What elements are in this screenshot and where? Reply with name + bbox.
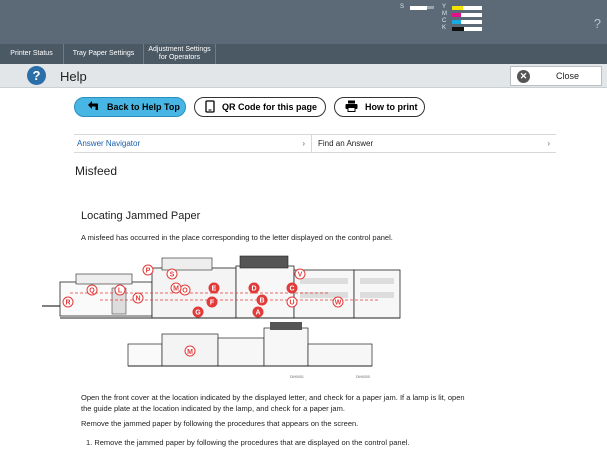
svg-text:L: L bbox=[118, 288, 123, 295]
toner-bar-m bbox=[452, 13, 482, 17]
callout-f: F bbox=[206, 296, 218, 308]
answer-navigation: Answer Navigator › Find an Answer › bbox=[74, 134, 556, 153]
toner-levels: S Y M C K bbox=[400, 4, 520, 40]
svg-text:O: O bbox=[182, 288, 188, 295]
callout-e: E bbox=[208, 282, 220, 294]
tab-tray-paper-settings[interactable]: Tray Paper Settings bbox=[64, 44, 144, 64]
callout-r: R bbox=[62, 296, 74, 308]
instruction-remove: Remove the jammed paper by following the… bbox=[81, 419, 359, 428]
callout-b: B bbox=[256, 294, 268, 306]
svg-text:G: G bbox=[195, 310, 201, 317]
close-button-label: Close bbox=[556, 71, 580, 81]
callout-d: D bbox=[248, 282, 260, 294]
callout-c: C bbox=[286, 282, 298, 294]
svg-text:V: V bbox=[298, 272, 303, 279]
svg-text:D: D bbox=[251, 286, 256, 293]
step-1: 1. Remove the jammed paper by following … bbox=[86, 438, 410, 447]
callout-q: Q bbox=[86, 284, 98, 296]
svg-text:B: B bbox=[259, 298, 264, 305]
callout-l: L bbox=[114, 284, 126, 296]
svg-text:R: R bbox=[65, 300, 70, 307]
svg-text:N: N bbox=[135, 296, 140, 303]
qr-code-label: QR Code for this page bbox=[222, 102, 318, 112]
status-bar: S Y M C K ? bbox=[0, 0, 607, 44]
find-an-answer-link[interactable]: Find an Answer › bbox=[312, 135, 556, 152]
callout-p: P bbox=[142, 264, 154, 276]
callout-o: O bbox=[179, 284, 191, 296]
section-heading: Misfeed bbox=[75, 164, 118, 178]
tab-printer-status[interactable]: Printer Status bbox=[0, 44, 64, 64]
function-tabs: Printer Status Tray Paper Settings Adjus… bbox=[0, 44, 607, 64]
svg-text:U: U bbox=[289, 300, 294, 307]
toner-label-m: M bbox=[442, 11, 447, 17]
qr-code-icon bbox=[205, 99, 215, 115]
find-an-answer-label: Find an Answer bbox=[318, 139, 374, 148]
lower-callout-m: M bbox=[184, 345, 196, 357]
printer-icon bbox=[345, 100, 358, 114]
tab-printer-status-label: Printer Status bbox=[10, 49, 53, 57]
diagram-caption-left: DIH0001 bbox=[290, 375, 304, 379]
callout-g: G bbox=[192, 306, 204, 318]
how-to-print-label: How to print bbox=[365, 102, 418, 112]
svg-text:C: C bbox=[289, 286, 294, 293]
callout-w: W bbox=[332, 296, 344, 308]
close-button[interactable]: ✕ Close bbox=[510, 66, 602, 86]
jam-location-diagram: RQPNL OSM E D CBAFGVU W M DIH0001 DIH0000 bbox=[42, 255, 401, 379]
page-title: Help bbox=[60, 69, 87, 84]
callout-m: M bbox=[170, 282, 182, 294]
callout-a: A bbox=[252, 306, 264, 318]
toner-bar-c bbox=[452, 20, 482, 24]
answer-navigator-label: Answer Navigator bbox=[77, 139, 141, 148]
toner-label-k: K bbox=[442, 25, 447, 31]
svg-text:F: F bbox=[210, 300, 215, 307]
help-icon: ? bbox=[27, 66, 46, 85]
tab-tray-paper-label: Tray Paper Settings bbox=[72, 49, 135, 57]
back-arrow-icon bbox=[87, 100, 99, 114]
toner-label-s: S bbox=[400, 4, 405, 10]
callout-v: V bbox=[294, 268, 306, 280]
answer-navigator-link[interactable]: Answer Navigator › bbox=[74, 135, 311, 152]
chevron-right-icon: › bbox=[302, 139, 305, 148]
qr-code-button[interactable]: QR Code for this page bbox=[194, 97, 326, 117]
callout-u: U bbox=[286, 296, 298, 308]
callout-n: N bbox=[132, 292, 144, 304]
intro-text: A misfeed has occurred in the place corr… bbox=[81, 233, 393, 242]
svg-text:M: M bbox=[187, 349, 193, 356]
toner-label-c: C bbox=[442, 18, 447, 24]
callout-s: S bbox=[166, 268, 178, 280]
close-icon: ✕ bbox=[517, 69, 530, 83]
back-to-help-top-label: Back to Help Top bbox=[107, 102, 180, 112]
subsection-heading: Locating Jammed Paper bbox=[81, 210, 201, 222]
svg-text:M: M bbox=[173, 286, 179, 293]
diagram-caption-right: DIH0000 bbox=[356, 375, 370, 379]
tab-adjustment-label-line1: Adjustment Settings bbox=[148, 45, 211, 53]
svg-text:Q: Q bbox=[89, 288, 95, 295]
svg-text:W: W bbox=[335, 300, 342, 307]
back-to-help-top-button[interactable]: Back to Help Top bbox=[74, 97, 186, 117]
toner-bar-k bbox=[452, 27, 482, 31]
help-corner-icon[interactable]: ? bbox=[594, 16, 601, 31]
how-to-print-button[interactable]: How to print bbox=[334, 97, 425, 117]
toner-bar-y bbox=[452, 6, 482, 10]
svg-text:S: S bbox=[170, 272, 175, 279]
printer-lower-illustration bbox=[127, 322, 373, 367]
toner-label-y: Y bbox=[442, 4, 447, 10]
tab-adjustment-label-line2: for Operators bbox=[158, 54, 201, 61]
chevron-right-icon: › bbox=[547, 139, 550, 148]
instruction-line-2: the guide plate at the location indicate… bbox=[81, 404, 345, 413]
help-header: ? Help ✕ Close bbox=[0, 64, 607, 88]
svg-text:A: A bbox=[255, 310, 260, 317]
toner-bar-s bbox=[410, 6, 434, 10]
svg-text:E: E bbox=[212, 286, 217, 293]
tab-adjustment-settings[interactable]: Adjustment Settings for Operators bbox=[144, 44, 216, 64]
svg-text:P: P bbox=[146, 268, 151, 275]
instruction-line-1: Open the front cover at the location ind… bbox=[81, 393, 465, 402]
